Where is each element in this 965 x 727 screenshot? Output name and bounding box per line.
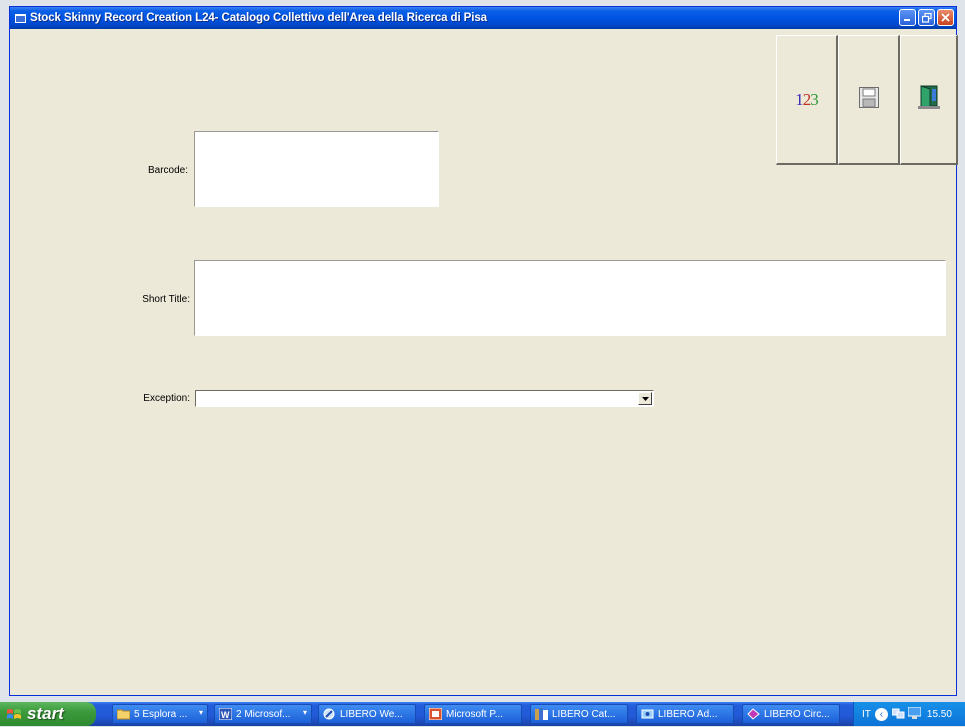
task-libero-circ[interactable]: LIBERO Circ... xyxy=(742,704,840,724)
close-button[interactable] xyxy=(937,9,954,26)
libero-circ-icon xyxy=(747,708,760,720)
exception-label: Exception: xyxy=(143,393,190,404)
short-title-label: Short Title: xyxy=(142,294,190,305)
numbering-button[interactable]: 123 xyxy=(776,35,838,165)
system-tray: IT ‹ 15.50 xyxy=(853,702,965,726)
short-title-field[interactable] xyxy=(194,260,946,336)
app-icon xyxy=(14,13,26,23)
exit-door-icon xyxy=(917,85,940,114)
task-label: LIBERO We... xyxy=(340,708,403,720)
network-icon[interactable] xyxy=(891,707,905,722)
exception-dropdown[interactable] xyxy=(195,390,654,407)
task-libero-cat[interactable]: LIBERO Cat... xyxy=(530,704,628,724)
chevron-down-icon: ▾ xyxy=(198,708,203,717)
powerpoint-icon xyxy=(429,708,442,720)
barcode-field[interactable] xyxy=(194,131,439,207)
show-hidden-icons-button[interactable]: ‹ xyxy=(874,707,888,721)
language-indicator[interactable]: IT xyxy=(862,709,871,720)
task-powerpoint[interactable]: Microsoft P... xyxy=(424,704,522,724)
task-libero-web[interactable]: LIBERO We... xyxy=(318,704,416,724)
windows-logo-icon xyxy=(6,707,22,721)
word-icon: W xyxy=(219,708,232,720)
clock[interactable]: 15.50 xyxy=(927,709,952,720)
task-word[interactable]: W 2 Microsof... ▾ xyxy=(214,704,312,724)
chevron-down-icon: ▾ xyxy=(302,708,307,717)
exception-value xyxy=(196,396,199,407)
save-button[interactable] xyxy=(838,35,900,165)
taskbar: start 5 Esplora ... ▾ W 2 Microsof... ▾ … xyxy=(0,702,965,726)
title-bar[interactable]: Stock Skinny Record Creation L24- Catalo… xyxy=(10,7,956,29)
window-title: Stock Skinny Record Creation L24- Catalo… xyxy=(30,12,487,24)
task-label: LIBERO Cat... xyxy=(552,708,616,720)
libero-admin-icon xyxy=(641,709,654,719)
numbering-icon: 123 xyxy=(795,89,818,109)
start-label: start xyxy=(27,704,64,723)
floppy-disk-icon xyxy=(858,86,879,113)
task-label: Microsoft P... xyxy=(446,708,504,720)
libero-web-icon xyxy=(323,708,335,720)
exit-button[interactable] xyxy=(900,35,958,165)
svg-text:W: W xyxy=(221,710,230,720)
barcode-label: Barcode: xyxy=(147,165,188,176)
task-explorer[interactable]: 5 Esplora ... ▾ xyxy=(112,704,208,724)
main-window: Stock Skinny Record Creation L24- Catalo… xyxy=(9,6,958,696)
task-label: LIBERO Circ... xyxy=(764,708,830,720)
restore-button[interactable] xyxy=(918,9,935,26)
folder-icon xyxy=(117,709,130,720)
start-button[interactable]: start xyxy=(0,702,96,726)
dropdown-arrow-button[interactable] xyxy=(638,392,652,405)
chevron-down-icon xyxy=(641,396,649,401)
libero-cat-icon xyxy=(535,708,548,720)
task-label: LIBERO Ad... xyxy=(658,708,718,720)
monitor-icon[interactable] xyxy=(907,706,922,722)
task-libero-admin[interactable]: LIBERO Ad... xyxy=(636,704,734,724)
minimize-button[interactable] xyxy=(899,9,916,26)
task-label: 5 Esplora ... xyxy=(134,708,188,720)
task-label: 2 Microsof... xyxy=(236,708,291,720)
